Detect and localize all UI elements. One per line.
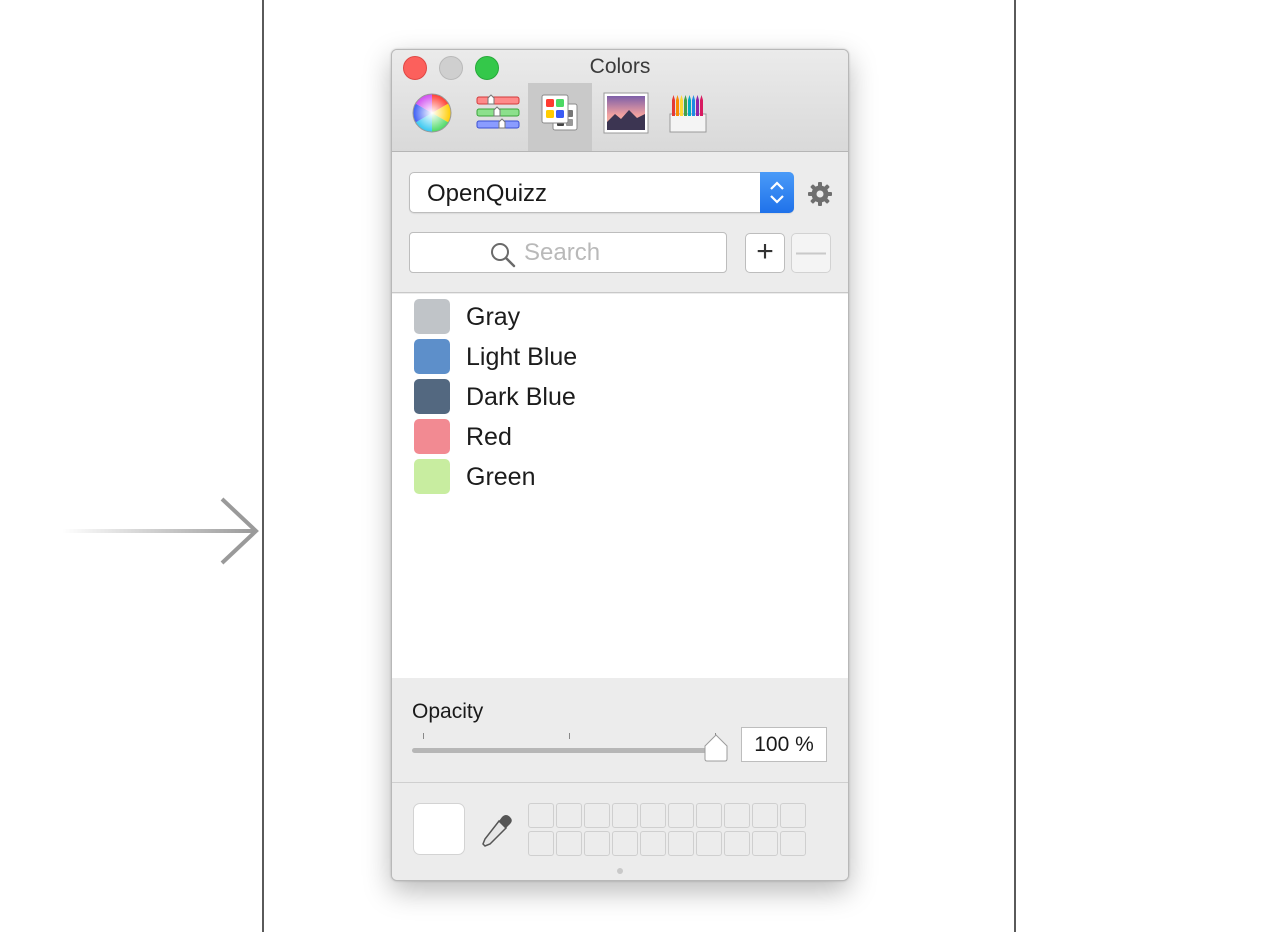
custom-swatch-cell[interactable] bbox=[584, 831, 610, 856]
color-list-item-green[interactable]: Green bbox=[392, 456, 848, 496]
custom-swatch-cell[interactable] bbox=[696, 831, 722, 856]
custom-swatch-cell[interactable] bbox=[780, 831, 806, 856]
custom-swatch-cell[interactable] bbox=[640, 831, 666, 856]
color-swatch bbox=[414, 379, 450, 414]
remove-color-button[interactable]: — bbox=[791, 233, 831, 273]
opacity-label: Opacity bbox=[412, 700, 484, 723]
scene-border-right bbox=[1014, 0, 1016, 932]
color-sliders-icon bbox=[476, 94, 520, 129]
slider-tick bbox=[569, 733, 570, 739]
color-swatch bbox=[414, 419, 450, 454]
tab-color-sliders[interactable] bbox=[464, 83, 528, 151]
pencils-icon bbox=[669, 95, 707, 133]
image-palettes-icon bbox=[603, 92, 649, 134]
color-wheel-icon bbox=[412, 93, 452, 133]
color-list: Gray Light Blue Dark Blue Red Green bbox=[392, 294, 848, 678]
color-swatch bbox=[414, 339, 450, 374]
custom-swatch-cell[interactable] bbox=[584, 803, 610, 828]
slider-tick bbox=[423, 733, 424, 739]
color-list-item-gray[interactable]: Gray bbox=[392, 296, 848, 336]
custom-swatch-cell[interactable] bbox=[668, 803, 694, 828]
color-list-item-red[interactable]: Red bbox=[392, 416, 848, 456]
current-color-well[interactable] bbox=[413, 803, 465, 855]
tab-image-palettes[interactable] bbox=[592, 83, 656, 151]
palette-controls: OpenQuizz Search + — bbox=[392, 153, 848, 293]
custom-swatch-cell[interactable] bbox=[528, 831, 554, 856]
tab-color-wheel[interactable] bbox=[400, 83, 464, 151]
custom-swatch-cell[interactable] bbox=[556, 803, 582, 828]
custom-swatch-cell[interactable] bbox=[724, 803, 750, 828]
color-swatch bbox=[414, 459, 450, 494]
color-name: Dark Blue bbox=[466, 383, 576, 411]
search-input[interactable] bbox=[524, 239, 714, 267]
scene-border-left bbox=[262, 0, 264, 932]
palette-popup-label: OpenQuizz bbox=[427, 180, 548, 207]
add-color-button[interactable]: + bbox=[745, 233, 785, 273]
gear-icon[interactable] bbox=[807, 181, 833, 207]
color-list-item-light-blue[interactable]: Light Blue bbox=[392, 336, 848, 376]
title-bar: Colors bbox=[392, 50, 848, 152]
color-swatch bbox=[414, 299, 450, 334]
color-name: Red bbox=[466, 423, 512, 451]
window-title: Colors bbox=[589, 55, 651, 78]
custom-swatch-cell[interactable] bbox=[668, 831, 694, 856]
opacity-section: Opacity 100 % bbox=[392, 678, 848, 783]
custom-swatch-cell[interactable] bbox=[528, 803, 554, 828]
opacity-slider-knob[interactable] bbox=[703, 734, 729, 762]
chevron-up-down-icon bbox=[770, 181, 784, 204]
palette-popup-button[interactable]: OpenQuizz bbox=[409, 172, 794, 213]
colors-panel: Colors OpenQuizz Search + — Gray Light B… bbox=[391, 49, 849, 881]
popup-arrows bbox=[760, 172, 794, 213]
color-name: Gray bbox=[466, 303, 521, 331]
tab-pencils[interactable] bbox=[656, 83, 720, 151]
tab-color-palettes[interactable] bbox=[528, 83, 592, 151]
custom-swatch-cell[interactable] bbox=[640, 803, 666, 828]
custom-swatch-cell[interactable] bbox=[556, 831, 582, 856]
custom-swatch-cell[interactable] bbox=[612, 803, 638, 828]
custom-swatch-cell[interactable] bbox=[752, 831, 778, 856]
custom-swatch-cell[interactable] bbox=[612, 831, 638, 856]
custom-swatch-cell[interactable] bbox=[780, 803, 806, 828]
opacity-slider[interactable] bbox=[412, 748, 716, 753]
search-field[interactable] bbox=[409, 232, 727, 273]
swatch-tray bbox=[392, 784, 848, 880]
custom-swatch-cell[interactable] bbox=[724, 831, 750, 856]
opacity-value-field[interactable]: 100 % bbox=[741, 727, 827, 762]
color-palettes-icon bbox=[541, 94, 578, 131]
resize-handle[interactable] bbox=[617, 868, 623, 874]
custom-swatch-cell[interactable] bbox=[752, 803, 778, 828]
color-name: Light Blue bbox=[466, 343, 578, 371]
color-name: Green bbox=[466, 463, 536, 491]
custom-swatch-cell[interactable] bbox=[696, 803, 722, 828]
eyedropper-icon[interactable] bbox=[480, 814, 512, 848]
color-list-item-dark-blue[interactable]: Dark Blue bbox=[392, 376, 848, 416]
entry-point-arrow bbox=[62, 497, 259, 565]
canvas-background: Colors OpenQuizz Search + — Gray Light B… bbox=[0, 0, 1262, 932]
search-icon bbox=[491, 243, 516, 268]
